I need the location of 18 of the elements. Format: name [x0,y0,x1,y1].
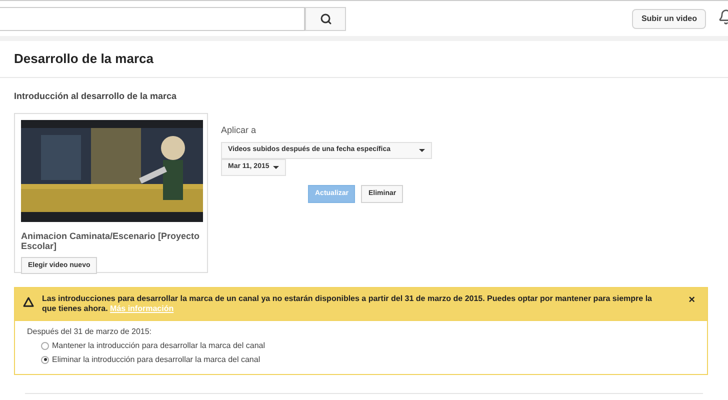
radio-button[interactable] [41,342,49,350]
search-button[interactable] [305,6,346,30]
page-title: Desarrollo de la marca [14,50,154,68]
radio-option[interactable]: Mantener la introducción para desarrollar la marca del canal [41,340,695,352]
notice-question: Después del 31 de marzo de 2015: [27,326,153,338]
radio-option[interactable]: Eliminar la introducción para desarrollar la marca del canal [41,354,695,366]
search-icon [320,12,332,24]
caret-icon [419,149,425,152]
apply-label: Aplicar a [221,124,258,137]
section-title: Introducción al desarrollo de la marca [14,90,178,103]
close-button[interactable]: × [688,294,695,304]
search-field[interactable] [0,6,305,30]
upload-button[interactable]: Subir un video [632,8,706,28]
warning-icon [23,296,34,306]
caret-icon [273,166,280,169]
video-title: Animacion Caminata/Escenario [Proyecto Escolar] [21,230,201,250]
notice-message: Las introducciones para desarrollar la marca de un canal ya no estarán disponibles a partir del 31 de marzo de 2015. Puedes optar por mantener para siempre la que tienes ahora. Más información [42,294,654,314]
radio-button[interactable] [41,356,49,364]
